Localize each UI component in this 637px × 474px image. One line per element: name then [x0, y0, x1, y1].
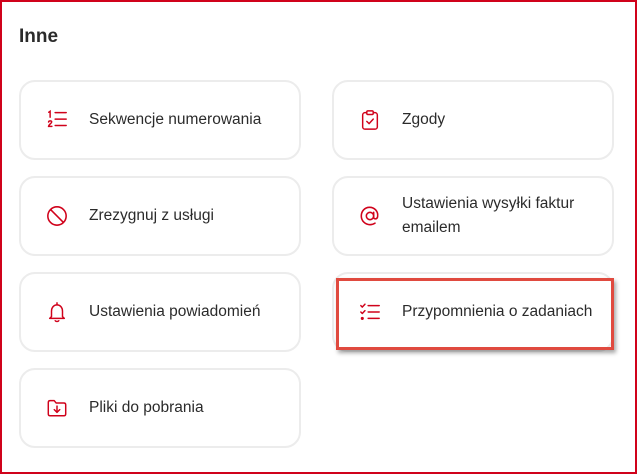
tile-label: Zgody — [402, 111, 446, 128]
tile-task-reminders[interactable]: Przypomnienia o zadaniach — [332, 272, 614, 352]
checklist-icon — [359, 300, 381, 324]
tile-numbering-sequences[interactable]: Sekwencje numerowania — [19, 80, 301, 160]
numbered-list-icon — [46, 108, 68, 132]
tile-label: Pliki do pobrania — [89, 399, 204, 416]
folder-download-icon — [46, 396, 68, 420]
at-sign-icon — [359, 204, 381, 228]
tile-label: Sekwencje numerowania — [89, 111, 262, 128]
clipboard-check-icon — [359, 108, 381, 132]
tile-invoice-email-settings[interactable]: Ustawienia wysyłki faktur emailem — [332, 176, 614, 256]
ban-icon — [46, 204, 68, 228]
section-title: Inne — [19, 26, 59, 47]
tile-cancel-service[interactable]: Zrezygnuj z usługi — [19, 176, 301, 256]
tile-notification-settings[interactable]: Ustawienia powiadomień — [19, 272, 301, 352]
tile-downloads[interactable]: Pliki do pobrania — [19, 368, 301, 448]
tile-label: Zrezygnuj z usługi — [89, 207, 214, 224]
tile-label: Ustawienia powiadomień — [89, 303, 261, 320]
bell-icon — [46, 300, 68, 324]
tile-consents[interactable]: Zgody — [332, 80, 614, 160]
tile-label: Przypomnienia o zadaniach — [402, 303, 593, 320]
tile-label: Ustawienia wysyłki faktur emailem — [402, 195, 575, 236]
